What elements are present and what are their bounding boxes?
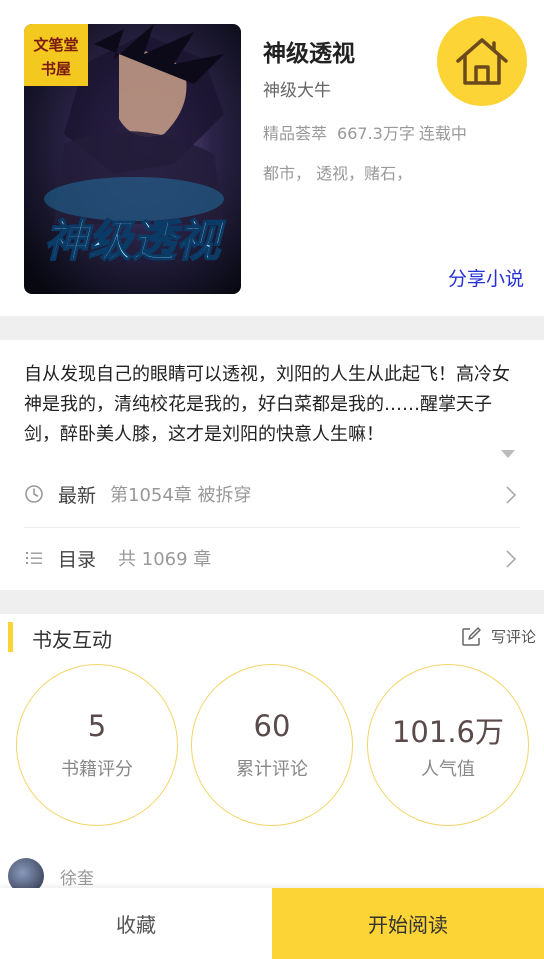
latest-label: 最新 bbox=[58, 484, 97, 507]
edit-icon bbox=[462, 626, 481, 646]
catalog-label: 目录 bbox=[58, 548, 97, 571]
stat-label: 累计评论 bbox=[236, 759, 308, 780]
stat-comments[interactable]: 60 累计评论 bbox=[191, 664, 353, 826]
favorite-button[interactable]: 收藏 bbox=[0, 888, 272, 959]
clock-icon bbox=[25, 485, 43, 503]
stat-label: 人气值 bbox=[421, 759, 475, 780]
cover-title-text: 神级透视 bbox=[44, 216, 226, 267]
book-intro[interactable]: 自从发现自己的眼睛可以透视，刘阳的人生从此起飞！高冷女神是我的，清纯校花是我的，… bbox=[24, 360, 524, 450]
book-tags: 都市， 透视，赌石， bbox=[263, 164, 413, 183]
book-author[interactable]: 神级大牛 bbox=[263, 76, 331, 101]
stat-value: 101.6万 bbox=[391, 715, 505, 749]
stat-rating[interactable]: 5 书籍评分 bbox=[16, 664, 178, 826]
section-divider bbox=[0, 316, 544, 340]
book-word-count: 667.3万字 bbox=[337, 124, 415, 143]
book-header: 文笔堂 书屋 神级透视 神级透视 神级大牛 精品荟萃 667.3万字 连载中 都市，… bbox=[0, 0, 544, 316]
book-status: 连载中 bbox=[418, 124, 467, 143]
book-cover[interactable]: 文笔堂 书屋 神级透视 bbox=[24, 24, 241, 294]
stat-popularity[interactable]: 101.6万 人气值 bbox=[367, 664, 529, 826]
stat-label: 书籍评分 bbox=[61, 759, 133, 780]
chevron-right-icon bbox=[506, 550, 516, 568]
bottom-action-bar: 收藏 开始阅读 bbox=[0, 888, 544, 959]
share-novel-link[interactable]: 分享小说 bbox=[448, 264, 524, 291]
section-divider bbox=[0, 590, 544, 614]
home-icon bbox=[456, 38, 508, 85]
catalog-row[interactable]: 目录 共 1069 章 bbox=[24, 528, 520, 588]
book-category: 精品荟萃 bbox=[263, 124, 328, 143]
cover-logo-line2: 书屋 bbox=[41, 60, 71, 78]
stat-value: 5 bbox=[87, 709, 107, 743]
catalog-count: 共 1069 章 bbox=[118, 549, 212, 570]
book-meta: 精品荟萃 667.3万字 连载中 bbox=[263, 120, 467, 144]
book-title: 神级透视 bbox=[263, 41, 355, 67]
write-review-button[interactable]: 写评论 bbox=[461, 626, 536, 647]
stat-value: 60 bbox=[253, 709, 291, 743]
section-accent-bar bbox=[8, 622, 13, 652]
section-title: 书友互动 bbox=[32, 628, 112, 652]
list-icon bbox=[26, 552, 42, 564]
write-review-label: 写评论 bbox=[490, 628, 536, 646]
cover-logo-line1: 文笔堂 bbox=[33, 36, 78, 54]
caret-down-icon[interactable] bbox=[500, 444, 516, 463]
latest-chapter-row[interactable]: 最新 第1054章 被拆穿 bbox=[24, 464, 520, 524]
home-button[interactable] bbox=[437, 16, 527, 106]
cover-artwork: 文笔堂 书屋 神级透视 bbox=[24, 24, 241, 294]
chevron-right-icon bbox=[506, 486, 516, 504]
start-reading-button[interactable]: 开始阅读 bbox=[272, 888, 544, 959]
latest-chapter-title: 第1054章 被拆穿 bbox=[110, 485, 252, 506]
comment-username: 徐奎 bbox=[60, 868, 94, 889]
